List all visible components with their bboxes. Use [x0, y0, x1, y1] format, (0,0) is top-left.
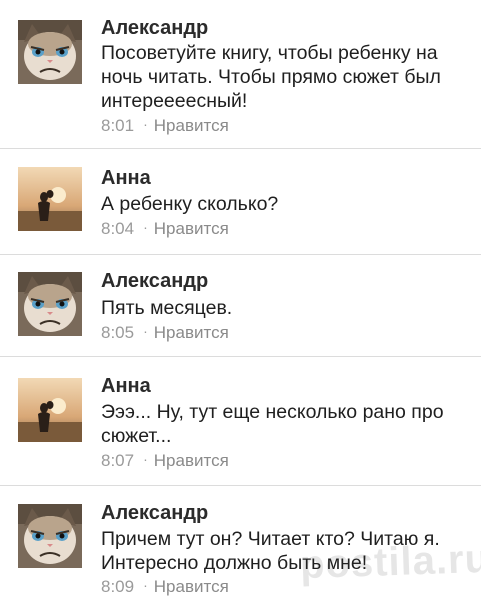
meta-separator: ·: [143, 577, 148, 593]
comment-author[interactable]: Александр: [101, 17, 208, 40]
like-link[interactable]: Нравится: [154, 116, 229, 135]
comment-item: Александр Причем тут он? Читает кто? Чит…: [0, 486, 481, 604]
avatar-grumpy-cat[interactable]: [18, 20, 82, 84]
comment-text: Эээ... Ну, тут еще несколько рано про сю…: [101, 401, 444, 447]
comment-meta: 8:07 · Нравится: [101, 451, 229, 471]
avatar-grumpy-cat[interactable]: [18, 504, 82, 568]
like-link[interactable]: Нравится: [154, 323, 229, 342]
grumpy-cat-icon: [18, 20, 82, 84]
avatar-couple-sunset[interactable]: [18, 378, 82, 442]
comment-text: А ребенку сколько?: [101, 193, 279, 215]
comment-author[interactable]: Анна: [101, 167, 151, 190]
comment-time[interactable]: 8:05: [101, 323, 134, 342]
comment-item: Александр Посоветуйте книгу, чтобы ребен…: [0, 0, 481, 148]
comment-item: Анна А ребенку сколько? 8:04 · Нравится: [0, 149, 481, 254]
comment-author[interactable]: Александр: [101, 270, 208, 293]
comment-meta: 8:05 · Нравится: [101, 323, 229, 343]
meta-separator: ·: [143, 451, 148, 467]
comment-text: Причем тут он? Читает кто? Читаю я. Инте…: [101, 528, 440, 574]
comment-text: Посоветуйте книгу, чтобы ребенку на ночь…: [101, 42, 441, 112]
meta-separator: ·: [143, 116, 148, 132]
meta-separator: ·: [143, 219, 148, 235]
comment-feed: Александр Посоветуйте книгу, чтобы ребен…: [0, 0, 481, 604]
comment-author[interactable]: Александр: [101, 502, 208, 525]
comment-time[interactable]: 8:01: [101, 116, 134, 135]
avatar-grumpy-cat[interactable]: [18, 272, 82, 336]
grumpy-cat-icon: [18, 272, 82, 336]
comment-text: Пять месяцев.: [101, 297, 233, 319]
comment-meta: 8:09 · Нравится: [101, 577, 229, 597]
comment-time[interactable]: 8:04: [101, 219, 134, 238]
like-link[interactable]: Нравится: [154, 451, 229, 470]
comment-item: Анна Эээ... Ну, тут еще несколько рано п…: [0, 357, 481, 485]
couple-sunset-icon: [18, 378, 82, 442]
comment-item: Александр Пять месяцев. 8:05 · Нравится: [0, 255, 481, 356]
comment-time[interactable]: 8:09: [101, 577, 134, 596]
avatar-couple-sunset[interactable]: [18, 167, 82, 231]
meta-separator: ·: [143, 323, 148, 339]
like-link[interactable]: Нравится: [154, 219, 229, 238]
comment-meta: 8:01 · Нравится: [101, 116, 229, 136]
grumpy-cat-icon: [18, 504, 82, 568]
comment-meta: 8:04 · Нравится: [101, 219, 229, 239]
couple-sunset-icon: [18, 167, 82, 231]
comment-time[interactable]: 8:07: [101, 451, 134, 470]
comment-author[interactable]: Анна: [101, 375, 151, 398]
like-link[interactable]: Нравится: [154, 577, 229, 596]
